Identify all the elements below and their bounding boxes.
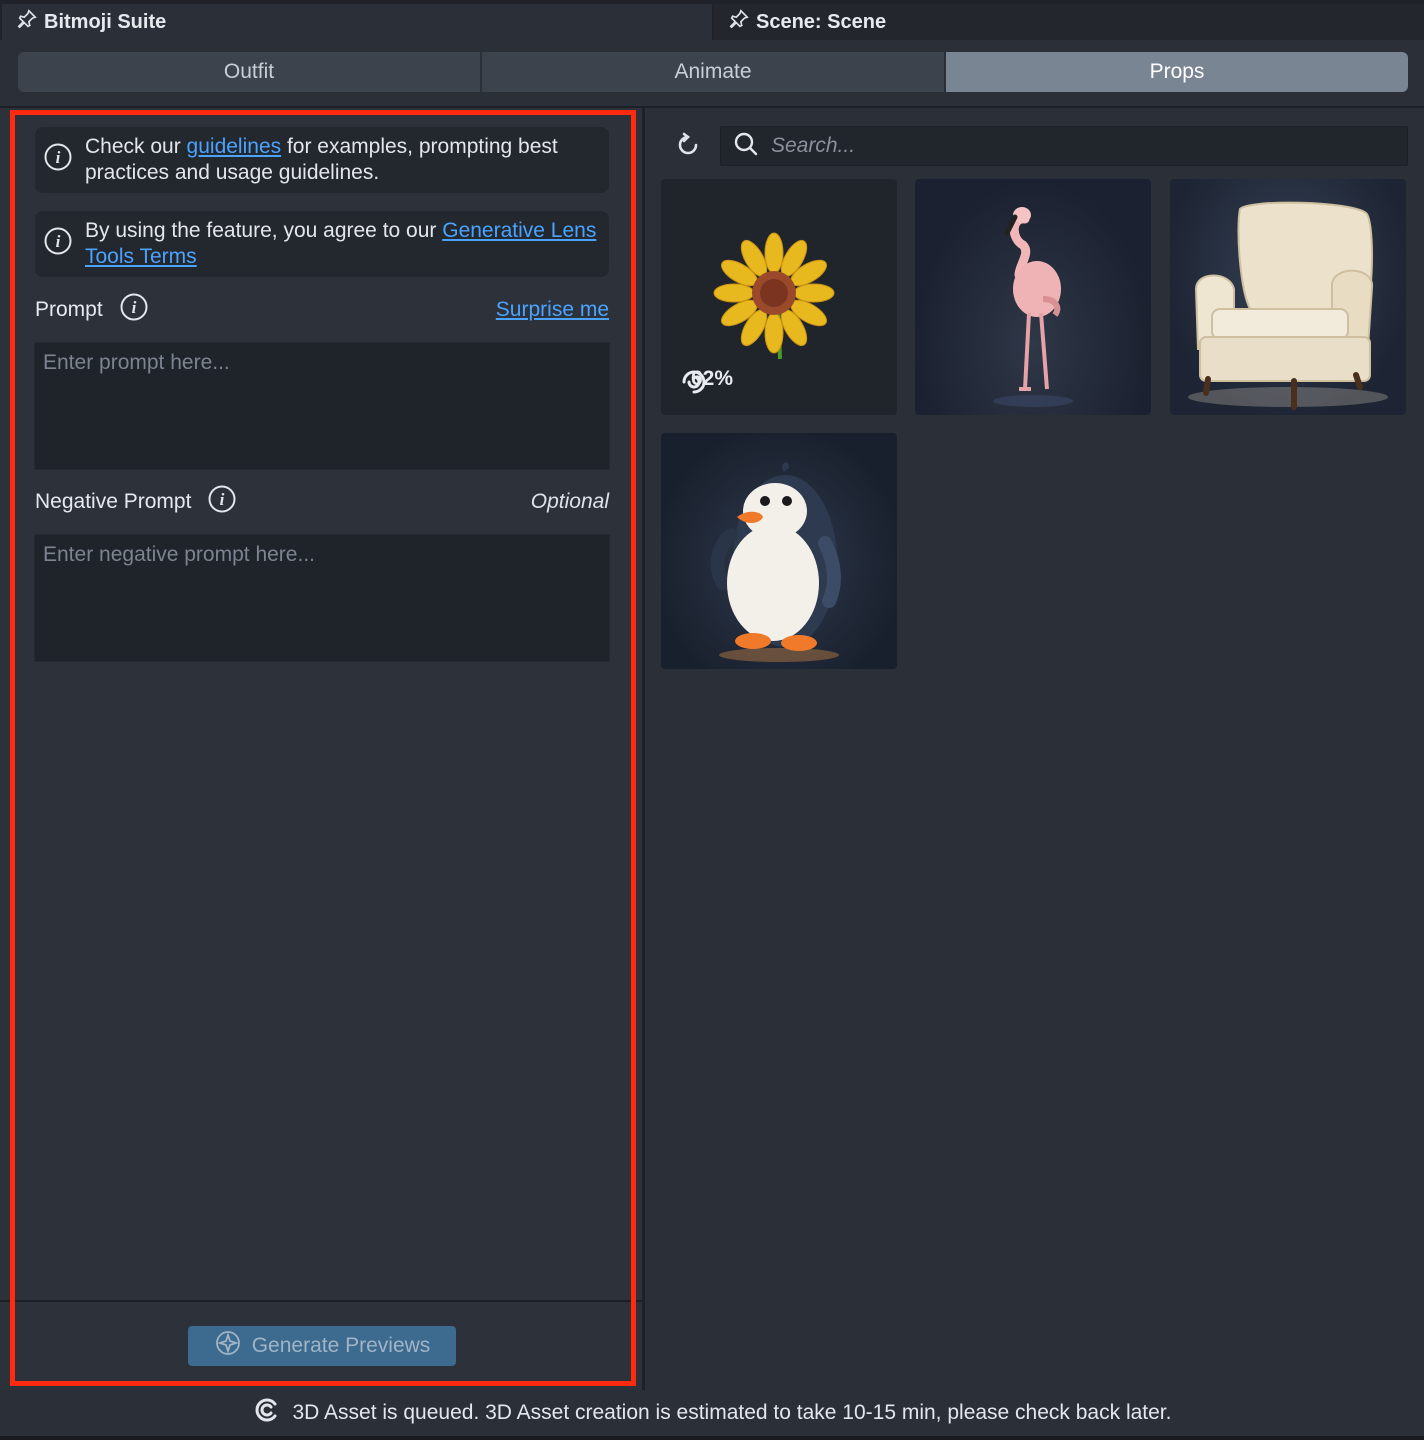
generate-previews-label: Generate Previews: [251, 1334, 431, 1357]
window-bottom-edge: [0, 1436, 1424, 1440]
terms-text: By using the feature, you agree to our G…: [85, 218, 599, 270]
search-icon: [733, 131, 759, 162]
prompt-label: Prompt: [35, 298, 103, 321]
asset-tile-sunflower[interactable]: 62%: [661, 179, 897, 415]
footer-divider: [0, 1300, 642, 1302]
mode-segmented-control: Outfit Animate Props: [18, 52, 1408, 92]
armchair-image: [1188, 201, 1388, 410]
terms-prefix: By using the feature, you agree to our: [85, 219, 443, 242]
refresh-button[interactable]: [672, 131, 704, 163]
surprise-me-link[interactable]: Surprise me: [496, 298, 609, 322]
refresh-icon: [674, 131, 702, 164]
guidelines-info-box: i Check our guidelines for examples, pro…: [35, 127, 609, 193]
info-icon: i: [43, 226, 73, 263]
prompt-info-icon[interactable]: i: [119, 292, 149, 328]
pin-icon[interactable]: [728, 8, 750, 36]
tab-scene[interactable]: Scene: Scene: [714, 4, 1424, 40]
svg-text:i: i: [56, 148, 61, 167]
tab-bitmoji-suite[interactable]: Bitmoji Suite: [2, 4, 712, 40]
guidelines-prefix: Check our: [85, 135, 187, 158]
info-icon: i: [43, 142, 73, 179]
generate-previews-button[interactable]: Generate Previews: [188, 1326, 456, 1366]
guidelines-link[interactable]: guidelines: [187, 135, 282, 158]
status-bar: 3D Asset is queued. 3D Asset creation is…: [0, 1390, 1424, 1436]
status-message: 3D Asset is queued. 3D Asset creation is…: [292, 1401, 1172, 1424]
prompt-input[interactable]: Enter prompt here...: [34, 342, 610, 470]
svg-text:i: i: [56, 232, 61, 251]
sparkle-icon: [214, 1329, 242, 1363]
negative-prompt-label: Negative Prompt: [35, 490, 192, 513]
segment-props[interactable]: Props: [946, 52, 1408, 92]
negative-prompt-info-icon[interactable]: i: [207, 484, 237, 520]
svg-text:i: i: [220, 490, 225, 509]
loading-icon: [253, 1396, 281, 1430]
svg-text:i: i: [131, 298, 136, 317]
tab-label: Bitmoji Suite: [44, 10, 167, 33]
prompt-label-row: Prompt i Surprise me: [35, 293, 609, 327]
segment-animate[interactable]: Animate: [482, 52, 946, 92]
search-input[interactable]: [771, 134, 1371, 158]
tab-label: Scene: Scene: [756, 10, 887, 33]
pin-icon[interactable]: [16, 8, 38, 36]
negative-prompt-label-row: Negative Prompt i Optional: [35, 485, 609, 519]
asset-tile-flamingo[interactable]: [915, 179, 1151, 415]
flamingo-image: [993, 207, 1073, 407]
negative-prompt-input[interactable]: Enter negative prompt here...: [34, 534, 610, 662]
penguin-image: [710, 462, 841, 662]
segment-outfit[interactable]: Outfit: [18, 52, 482, 92]
asset-tile-armchair[interactable]: [1170, 179, 1406, 415]
asset-search-field[interactable]: [720, 126, 1408, 166]
generation-progress: 62%: [679, 367, 733, 394]
panel-divider[interactable]: [642, 108, 645, 1392]
asset-tile-penguin[interactable]: [661, 433, 897, 669]
guidelines-text: Check our guidelines for examples, promp…: [85, 134, 599, 186]
optional-label: Optional: [530, 490, 609, 513]
terms-info-box: i By using the feature, you agree to our…: [35, 211, 609, 277]
window-titlebar: Bitmoji Suite Scene: Scene: [0, 0, 1424, 40]
